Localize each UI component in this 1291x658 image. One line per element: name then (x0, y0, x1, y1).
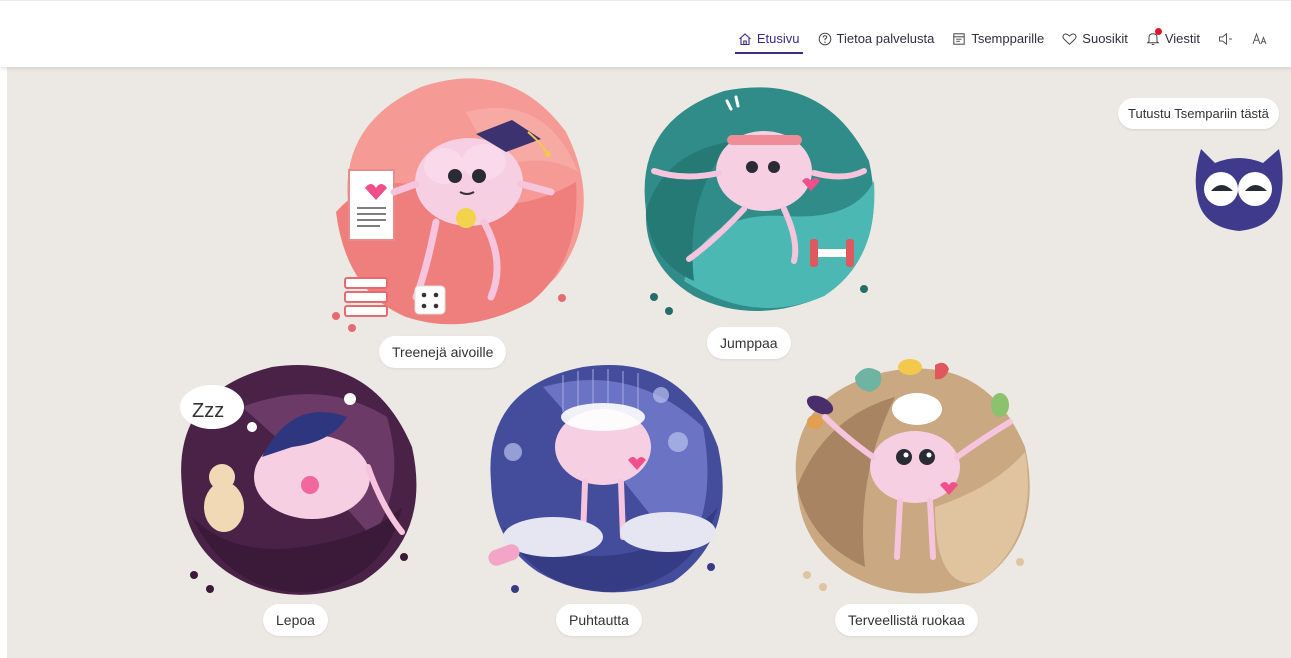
nav-item-tietoa-palvelusta[interactable]: Tietoa palvelusta (809, 25, 944, 52)
nav-label-viestit: Viestit (1164, 31, 1200, 46)
nav-label-tietoa: Tietoa palvelusta (836, 31, 935, 46)
hygiene-illustration[interactable] (483, 357, 728, 602)
main-nav: Etusivu Tietoa palvelusta Tsempparille S… (729, 25, 1277, 54)
nav-label-etusivu: Etusivu (756, 31, 800, 46)
tour-speech-bubble[interactable]: Tutustu Tsempariin tästä (1118, 98, 1279, 129)
card-label-puhtautta[interactable]: Puhtautta (556, 604, 642, 636)
heart-icon (1062, 33, 1077, 45)
main-content: Treenejä aivoille Jumppaa Zzz Lepoa Puht… (7, 67, 1291, 658)
help-icon (818, 32, 831, 45)
rest-illustration[interactable]: Zzz (172, 357, 422, 602)
brain-training-illustration[interactable] (316, 72, 591, 334)
bell-icon-wrapper (1146, 28, 1162, 46)
nav-label-tsempparille: Tsempparille (971, 31, 1045, 46)
document-icon (953, 32, 966, 45)
nav-item-suosikit[interactable]: Suosikit (1053, 25, 1137, 52)
text-size-icon (1252, 31, 1267, 44)
exercise-illustration[interactable] (624, 81, 882, 321)
card-label-terveellista-ruokaa[interactable]: Terveellistä ruokaa (835, 604, 978, 636)
nav-item-etusivu[interactable]: Etusivu (729, 25, 809, 54)
speaker-icon (1219, 32, 1232, 45)
svg-text:Zzz: Zzz (192, 400, 224, 422)
nav-item-viestit[interactable]: Viestit (1137, 25, 1209, 52)
healthy-food-illustration[interactable] (785, 357, 1035, 602)
home-icon (738, 32, 751, 45)
card-label-jumppaa[interactable]: Jumppaa (707, 327, 791, 359)
top-navigation-bar: Etusivu Tietoa palvelusta Tsempparille S… (0, 0, 1291, 67)
nav-item-tsempparille[interactable]: Tsempparille (943, 25, 1053, 52)
owl-mascot-icon[interactable] (1193, 145, 1285, 235)
nav-label-suosikit: Suosikit (1082, 31, 1128, 46)
text-size-button[interactable] (1243, 26, 1277, 52)
sound-button[interactable] (1209, 26, 1243, 52)
card-label-lepoa[interactable]: Lepoa (263, 604, 328, 636)
notification-badge (1154, 28, 1162, 35)
